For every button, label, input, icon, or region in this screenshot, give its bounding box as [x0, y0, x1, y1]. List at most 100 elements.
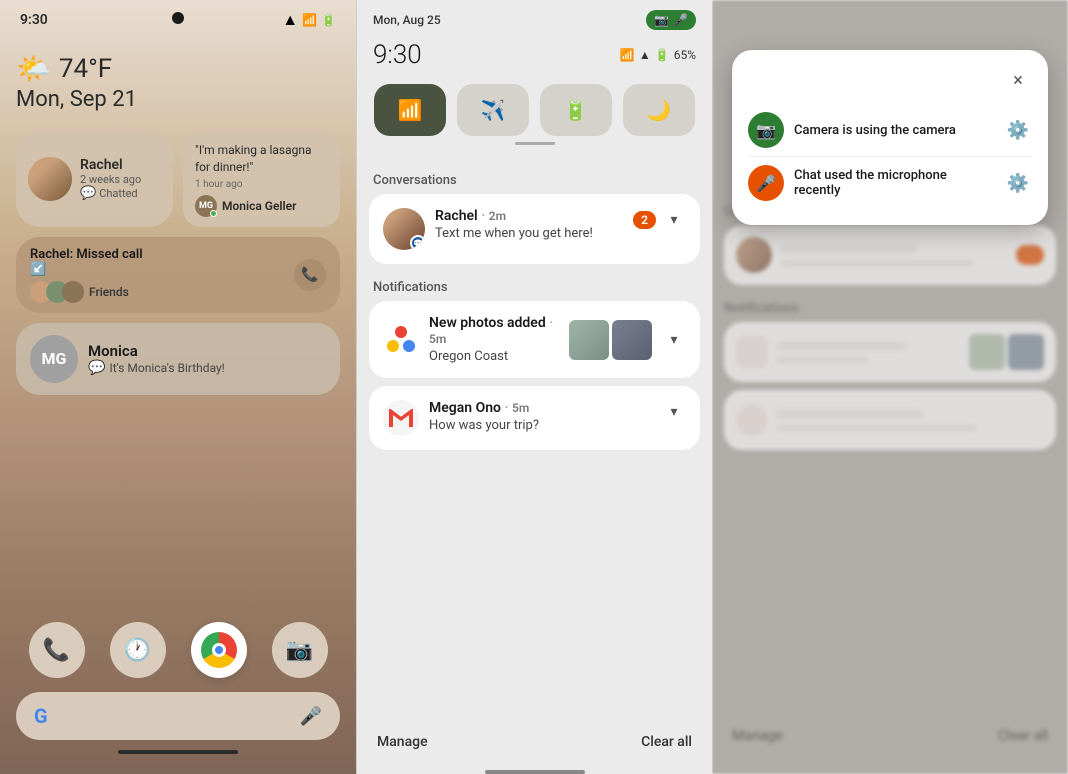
messenger-icon: 💬 [88, 360, 105, 376]
friends-group: Friends [30, 281, 143, 303]
rachel-contact-bubble[interactable]: Rachel 2 weeks ago 💬 Chatted [16, 132, 173, 227]
gmail-notif-row: Megan Ono · 5m How was your trip? ▾ [383, 400, 686, 436]
rachel-action: 💬 Chatted [80, 186, 141, 201]
monica-name: Monica [88, 342, 225, 360]
friends-avatars [30, 281, 84, 303]
phone-icon: 📞 [43, 638, 70, 663]
google-g-logo: G [34, 704, 48, 728]
clock-icon: 🕐 [124, 638, 151, 663]
missed-call-left: Rachel: Missed call ↙️ Friends [30, 247, 143, 303]
gmail-expand-btn[interactable]: ▾ [662, 400, 686, 424]
notif-nav-line [485, 770, 585, 774]
rachel-contact-info: Rachel 2 weeks ago 💬 Chatted [80, 157, 141, 201]
gmail-notif-card[interactable]: Megan Ono · 5m How was your trip? ▾ [369, 386, 700, 450]
google-search-bar[interactable]: G 🎤 [16, 692, 340, 740]
blurred-bottom-bar: Manage Clear all [712, 728, 1068, 744]
call-back-button[interactable]: 📞 [294, 259, 326, 291]
notif-date: Mon, Aug 25 [373, 13, 441, 27]
qs-battery-icon: 🔋 [563, 98, 588, 122]
online-dot [210, 210, 217, 217]
notif-battery-icon: 🔋 [655, 48, 670, 62]
camera-permission-row: 📷 Camera is using the camera ⚙️ [748, 104, 1032, 156]
chrome-dock-icon[interactable] [191, 622, 247, 678]
camera-mic-pill: 📷 🎤 [646, 10, 696, 30]
home-screen: 9:30 ▲ 📶 🔋 🌤️ 74°F Mon, Sep 21 [0, 0, 356, 774]
gear-icon-camera: ⚙️ [1007, 120, 1029, 141]
missed-call-bubble[interactable]: Rachel: Missed call ↙️ Friends 📞 [16, 237, 340, 313]
photo-thumb-1 [569, 320, 609, 360]
messenger-app-icon: 💬 [410, 235, 425, 250]
photos-notif-card[interactable]: New photos added · 5m Oregon Coast ▾ [369, 301, 700, 378]
dialog-close-button[interactable]: × [1004, 66, 1032, 94]
notif-wifi-icon: 📶 [620, 48, 635, 62]
monica-bubble[interactable]: MG Monica 💬 It's Monica's Birthday! [16, 323, 340, 395]
clock-dock-icon[interactable]: 🕐 [110, 622, 166, 678]
camera-dock-icon[interactable]: 📷 [272, 622, 328, 678]
conversation-expand-btn[interactable]: ▾ [662, 208, 686, 232]
rachel-badge-row: 2 ▾ [633, 208, 686, 232]
gmail-notif-time: 5m [512, 401, 529, 415]
notifications-title: Notifications [369, 272, 700, 301]
camera-icon: 📷 [756, 121, 776, 140]
signal-icon: 📶 [302, 13, 317, 27]
pill-mic-icon: 🎤 [673, 13, 688, 27]
mic-settings-button[interactable]: ⚙️ [1004, 169, 1032, 197]
monica-small-avatar: MG [195, 195, 217, 217]
photo-thumbnails [569, 320, 652, 360]
monica-info: Monica 💬 It's Monica's Birthday! [88, 342, 225, 376]
photos-expand-btn[interactable]: ▾ [662, 328, 686, 352]
home-bottom: 📞 🕐 📷 G 🎤 [16, 622, 340, 774]
permission-overlay: Conversations Notifications [712, 0, 1068, 774]
phone-dock-icon[interactable]: 📞 [29, 622, 85, 678]
quote-text: "I'm making a lasagna for dinner!" [195, 142, 328, 176]
mic-perm-icon: 🎤 [748, 165, 784, 201]
qs-wifi-tile[interactable]: 📶 [374, 84, 446, 136]
chrome-inner-circle [212, 643, 226, 657]
blurred-notification-section: Conversations Notifications [712, 200, 1068, 458]
permission-dialog: × 📷 Camera is using the camera ⚙️ 🎤 Chat… [732, 50, 1048, 225]
gmail-sender: Megan Ono · 5m [429, 400, 529, 416]
friend-avatar-3 [62, 281, 84, 303]
rachel-conv-row: 💬 Rachel · 2m Text me when you get here! [383, 208, 686, 250]
missed-call-icon: ↙️ [30, 262, 46, 277]
chevron-down-icon: ▾ [670, 212, 677, 228]
rachel-notif-sender: Rachel · 2m [435, 208, 506, 224]
qs-airplane-tile[interactable]: ✈️ [457, 84, 529, 136]
quick-settings: 📶 ✈️ 🔋 🌙 [357, 76, 712, 165]
mic-icon: 🎤 [756, 174, 776, 193]
gmail-logo [389, 409, 413, 427]
weather-icon: 🌤️ [16, 52, 51, 85]
qs-row: 📶 ✈️ 🔋 🌙 [373, 84, 696, 136]
home-clock: 9:30 [20, 12, 48, 28]
dialog-header: × [748, 66, 1032, 94]
notif-signal-icon: ▲ [639, 48, 651, 62]
blurred-card-1 [724, 225, 1056, 285]
battery-icon: 🔋 [321, 13, 336, 27]
home-nav-line [118, 750, 238, 754]
qs-night-tile[interactable]: 🌙 [623, 84, 695, 136]
camera-settings-button[interactable]: ⚙️ [1004, 116, 1032, 144]
contacts-row: Rachel 2 weeks ago 💬 Chatted "I'm making… [16, 132, 340, 227]
quote-author-row: MG Monica Geller [195, 195, 328, 217]
qs-battery-tile[interactable]: 🔋 [540, 84, 612, 136]
missed-call-label: Rachel: Missed call [30, 247, 143, 262]
chat-icon: 💬 [80, 186, 96, 201]
blurred-manage: Manage [732, 728, 782, 744]
monica-message: 💬 It's Monica's Birthday! [88, 360, 225, 376]
camera-perm-icon: 📷 [748, 112, 784, 148]
mic-icon[interactable]: 🎤 [300, 706, 322, 727]
notification-shade: Mon, Aug 25 📷 🎤 9:30 📶 ▲ 🔋 65% 📶 [356, 0, 712, 774]
notif-battery-pct: 65% [674, 48, 696, 62]
clear-all-button[interactable]: Clear all [641, 734, 692, 750]
monica-avatar: MG [30, 335, 78, 383]
rachel-conversation-card[interactable]: 💬 Rachel · 2m Text me when you get here! [369, 194, 700, 264]
mic-permission-row: 🎤 Chat used the microphone recently ⚙️ [748, 156, 1032, 209]
gmail-icon [383, 400, 419, 436]
manage-button[interactable]: Manage [377, 734, 428, 750]
rachel-notif-message: Text me when you get here! [435, 226, 623, 241]
friends-label: Friends [89, 285, 129, 299]
quote-bubble[interactable]: "I'm making a lasagna for dinner!" 1 hou… [183, 132, 340, 227]
gear-icon-mic: ⚙️ [1007, 173, 1029, 194]
notif-time-bar: 9:30 📶 ▲ 🔋 65% [357, 36, 712, 76]
rachel-name: Rachel [80, 157, 141, 173]
